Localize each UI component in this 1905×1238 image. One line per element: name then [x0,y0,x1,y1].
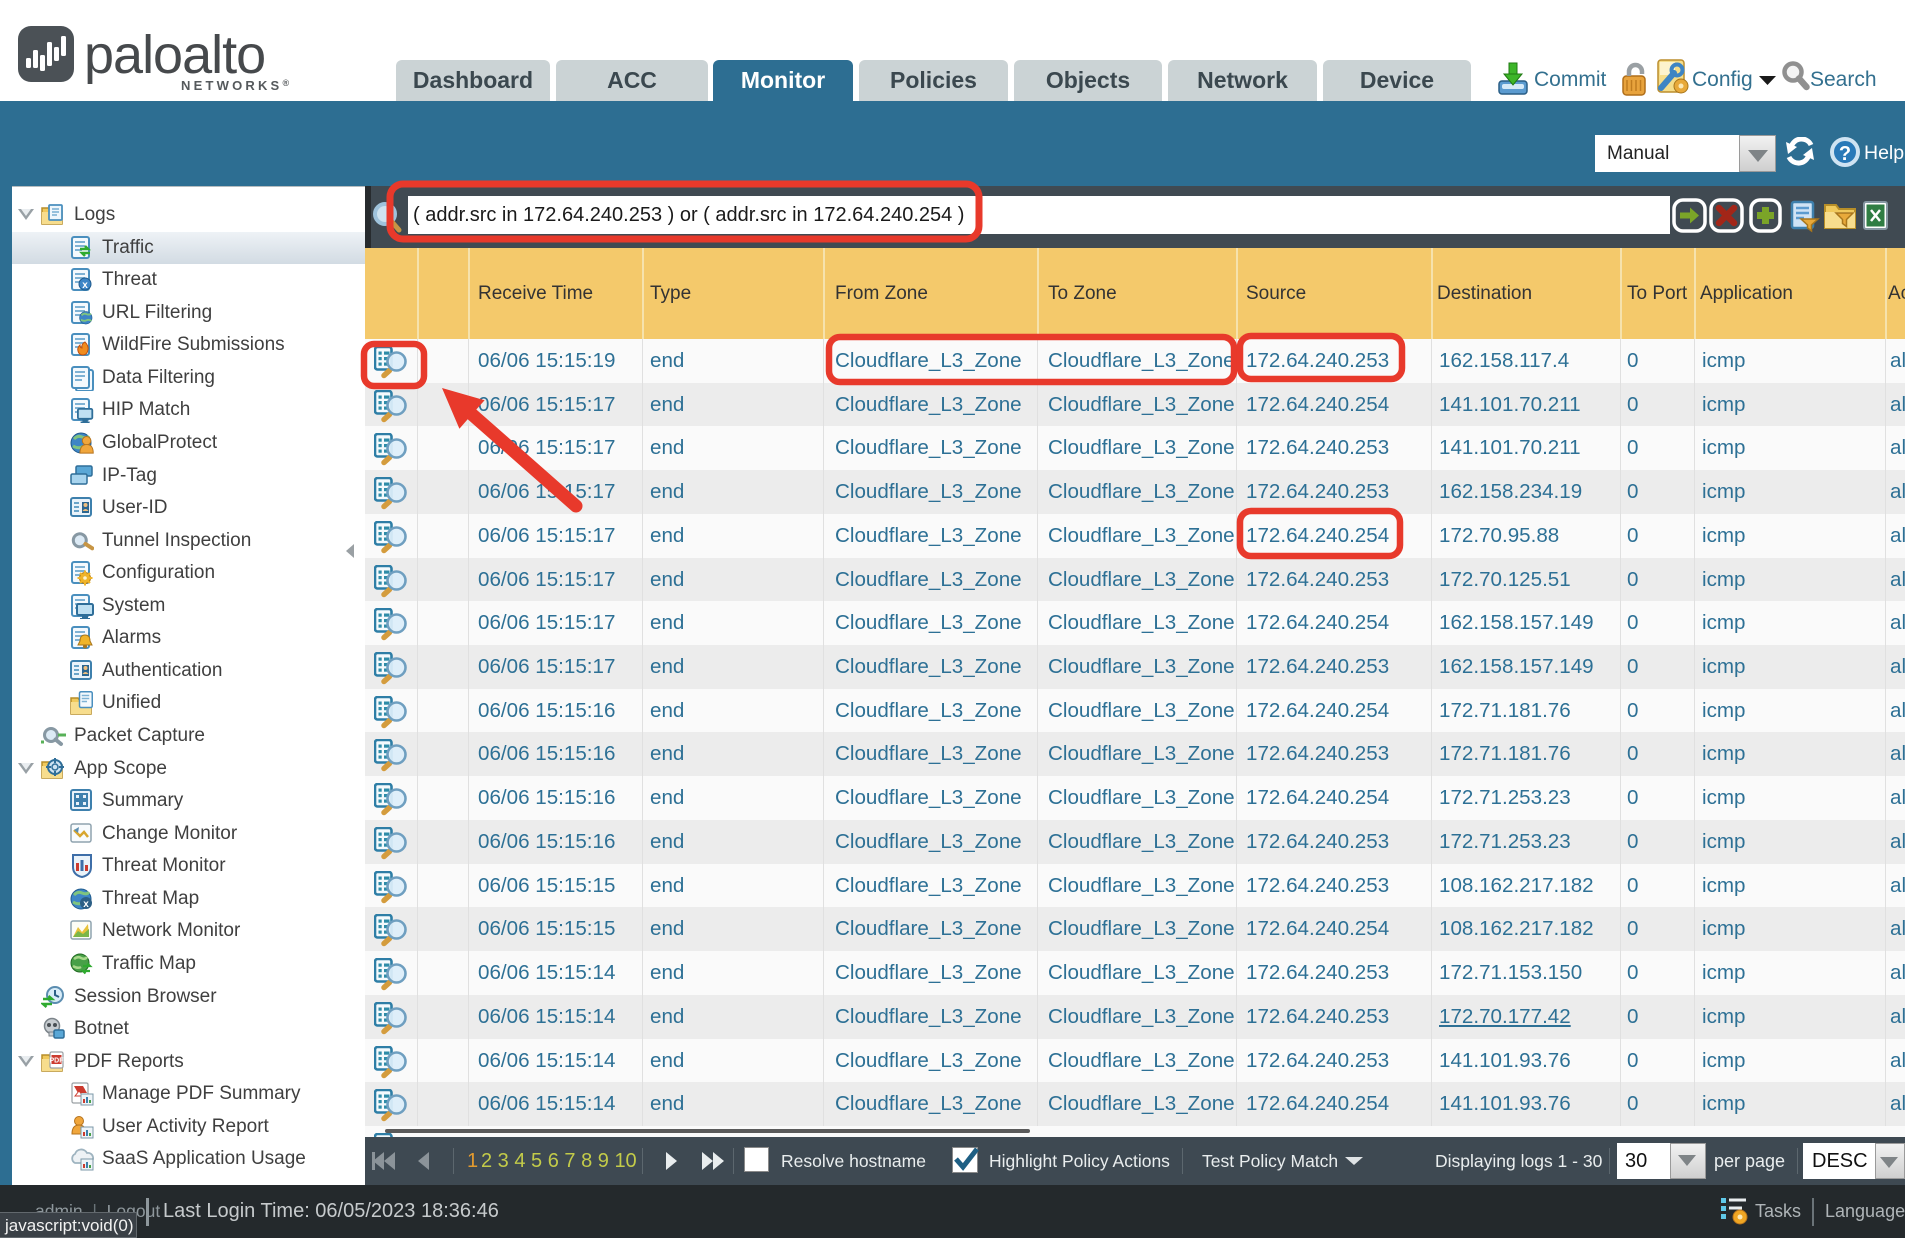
svg-text:NETWORKS®: NETWORKS® [181,78,292,93]
svg-text:?: ? [1839,143,1851,165]
svg-text:x: x [83,899,89,910]
svg-text:paloalto: paloalto [84,25,265,85]
svg-text:PDF: PDF [50,1057,65,1064]
svg-text:x: x [82,280,88,291]
